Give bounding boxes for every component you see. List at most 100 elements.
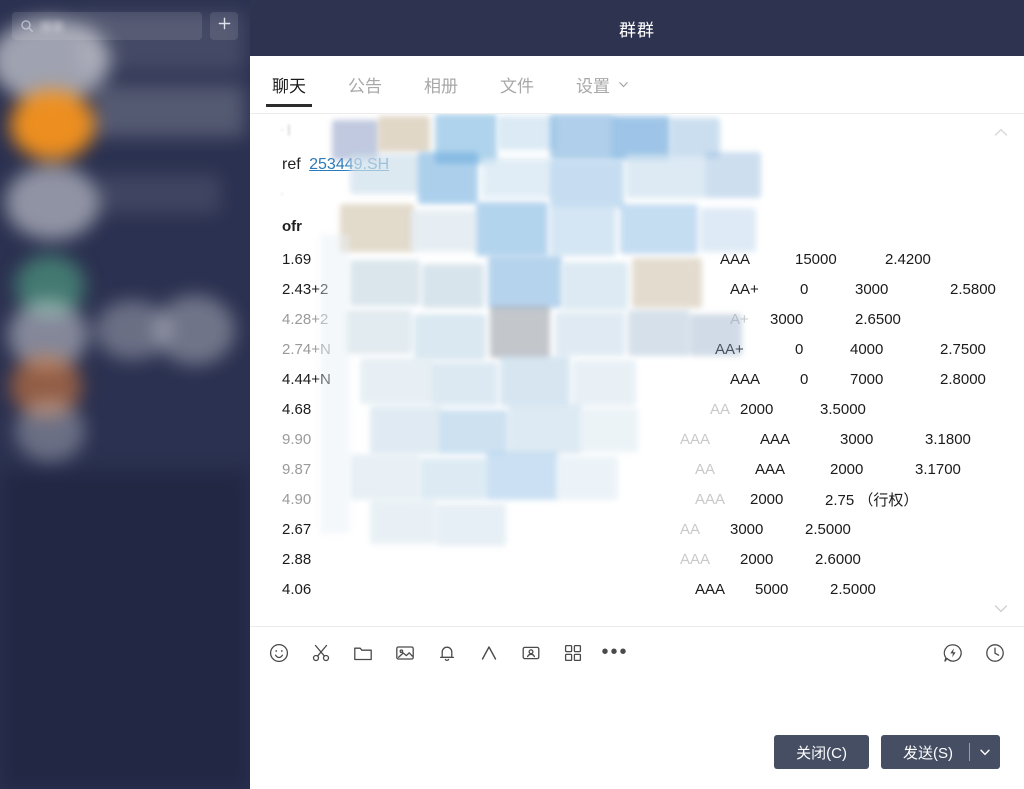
- message-area[interactable]: · | · ref 253449.SH ofr 1.69 AAA 15000 2.42…: [250, 114, 1024, 626]
- quick-reply-icon[interactable]: [942, 642, 964, 664]
- cell-size: 3000: [770, 310, 804, 328]
- cell-yield: 2.74+N: [282, 340, 331, 358]
- chat-window: 搜索 4:25 群群 聊天: [0, 0, 1024, 789]
- cell-price: 2.75 （行权）: [825, 491, 919, 509]
- cell-size: 3000: [855, 280, 889, 298]
- tab-announcement[interactable]: 公告: [340, 57, 390, 113]
- tab-label: 文件: [500, 77, 534, 96]
- table-row: 4.44+N AAA 0 7000 2.8000: [250, 364, 1024, 394]
- search-input[interactable]: 搜索: [12, 12, 202, 40]
- add-chat-button[interactable]: [210, 12, 238, 40]
- tab-label: 聊天: [272, 77, 306, 96]
- cell-yield: 9.90: [282, 430, 312, 448]
- tab-album[interactable]: 相册: [416, 57, 466, 113]
- more-icon[interactable]: •••: [602, 641, 627, 664]
- folder-icon[interactable]: [352, 642, 374, 664]
- cell-yield: 4.06: [282, 580, 312, 598]
- table-row: 4.90 AAA 2000 2.75 （行权）: [250, 484, 1024, 514]
- list-item-time: 4:25: [18, 135, 39, 147]
- cell-price: 3.5000: [820, 400, 866, 418]
- tab-settings[interactable]: 设置: [568, 57, 637, 113]
- grid-apps-icon[interactable]: [562, 642, 584, 664]
- table-row: 9.90 AAA AAA 3000 3.1800: [250, 424, 1024, 454]
- scroll-up-button[interactable]: [992, 124, 1010, 142]
- cell-size: 3000: [840, 430, 874, 448]
- cell-secondary: AAA: [760, 430, 791, 448]
- tab-chat[interactable]: 聊天: [264, 57, 314, 113]
- action-buttons: 关闭(C) 发送(S): [774, 735, 1000, 769]
- tab-bar: 聊天 公告 相册 文件 设置: [250, 56, 1024, 114]
- window-titlebar: 群群: [250, 0, 1024, 56]
- cell-rating: AAA: [730, 370, 761, 388]
- cell-size: 4000: [850, 340, 884, 358]
- cell-rating: AAA: [680, 550, 711, 568]
- cell-rating: AA: [695, 460, 716, 478]
- compose-area[interactable]: 关闭(C) 发送(S): [250, 678, 1024, 789]
- group-chat-panel: 群群 聊天 公告 相册 文件 设置 · | · ref 253449.SH of…: [250, 0, 1024, 789]
- cell-rating: A+: [730, 310, 749, 328]
- message-body: · | · ref 253449.SH ofr 1.69 AAA 15000 2.42…: [250, 114, 1024, 626]
- cell-secondary: 0: [800, 280, 809, 298]
- sidebar-search-row: 搜索: [0, 6, 250, 46]
- cell-rating: AAA: [695, 580, 726, 598]
- cell-yield: 4.90: [282, 490, 312, 508]
- history-clock-icon[interactable]: [984, 642, 1006, 664]
- cell-size: 2000: [740, 400, 774, 418]
- scissors-icon[interactable]: [310, 642, 332, 664]
- compose-toolbar: •••: [250, 626, 1024, 678]
- cell-price: 2.6000: [815, 550, 861, 568]
- emoji-icon[interactable]: [268, 642, 290, 664]
- bell-icon[interactable]: [436, 642, 458, 664]
- send-button-group[interactable]: 发送(S): [881, 735, 1000, 769]
- table-row: 9.87 AA AAA 2000 3.1700: [250, 454, 1024, 484]
- cell-size: 2000: [830, 460, 864, 478]
- cell-price: 3.1700: [915, 460, 961, 478]
- cell-size: 7000: [850, 370, 884, 388]
- ref-label: ref: [282, 156, 301, 173]
- cell-size: 5000: [755, 580, 789, 598]
- table-row: 4.28+2 A+ 3000 2.6500: [250, 304, 1024, 334]
- cell-size: 2000: [740, 550, 774, 568]
- cell-yield: 4.44+N: [282, 370, 331, 388]
- cell-rating: AA: [710, 400, 731, 418]
- plus-icon: [217, 16, 232, 36]
- cell-secondary: 0: [800, 370, 809, 388]
- toolbar-left-group: •••: [268, 641, 627, 664]
- cell-yield: 4.68: [282, 400, 312, 418]
- tab-label: 相册: [424, 77, 458, 96]
- cell-rating: AAA: [680, 430, 711, 448]
- send-button[interactable]: 发送(S): [881, 742, 969, 763]
- send-options-chevron-down-icon[interactable]: [970, 735, 1000, 769]
- cell-price: 2.7500: [940, 340, 986, 358]
- scroll-down-button[interactable]: [992, 600, 1010, 618]
- quote-table: 1.69 AAA 15000 2.4200 2.43+2 AA+ 0 3000 2.5800 4.…: [250, 244, 1024, 604]
- table-row: 2.43+2 AA+ 0 3000 2.5800: [250, 274, 1024, 304]
- cell-price: 2.5000: [805, 520, 851, 538]
- message-ref-line: ref 253449.SH: [282, 156, 389, 174]
- tab-files[interactable]: 文件: [492, 57, 542, 113]
- cell-price: 2.4200: [885, 250, 931, 268]
- cell-yield: 2.67: [282, 520, 312, 538]
- cell-size: 2000: [750, 490, 784, 508]
- cell-price: 2.6500: [855, 310, 901, 328]
- tab-label: 设置: [576, 77, 610, 96]
- text-format-icon[interactable]: [478, 642, 500, 664]
- conversation-list: 4:25: [0, 48, 250, 789]
- cell-yield: 1.69: [282, 250, 312, 268]
- close-button[interactable]: 关闭(C): [774, 735, 869, 769]
- cell-price: 2.8000: [940, 370, 986, 388]
- cell-rating: AA: [680, 520, 701, 538]
- security-code-link[interactable]: 253449.SH: [309, 156, 389, 173]
- contact-card-icon[interactable]: [520, 642, 542, 664]
- table-row: 2.88 AAA 2000 2.6000: [250, 544, 1024, 574]
- table-row: 2.67 AA 3000 2.5000: [250, 514, 1024, 544]
- page-title: 群群: [619, 20, 655, 40]
- table-row: 4.68 AA 2000 3.5000: [250, 394, 1024, 424]
- cell-price: 2.5800: [950, 280, 996, 298]
- cell-secondary: 0: [795, 340, 804, 358]
- image-icon[interactable]: [394, 642, 416, 664]
- table-row: 1.69 AAA 15000 2.4200: [250, 244, 1024, 274]
- cell-price: 3.1800: [925, 430, 971, 448]
- cell-yield: 4.28+2: [282, 310, 329, 328]
- chevron-down-icon: [618, 75, 629, 95]
